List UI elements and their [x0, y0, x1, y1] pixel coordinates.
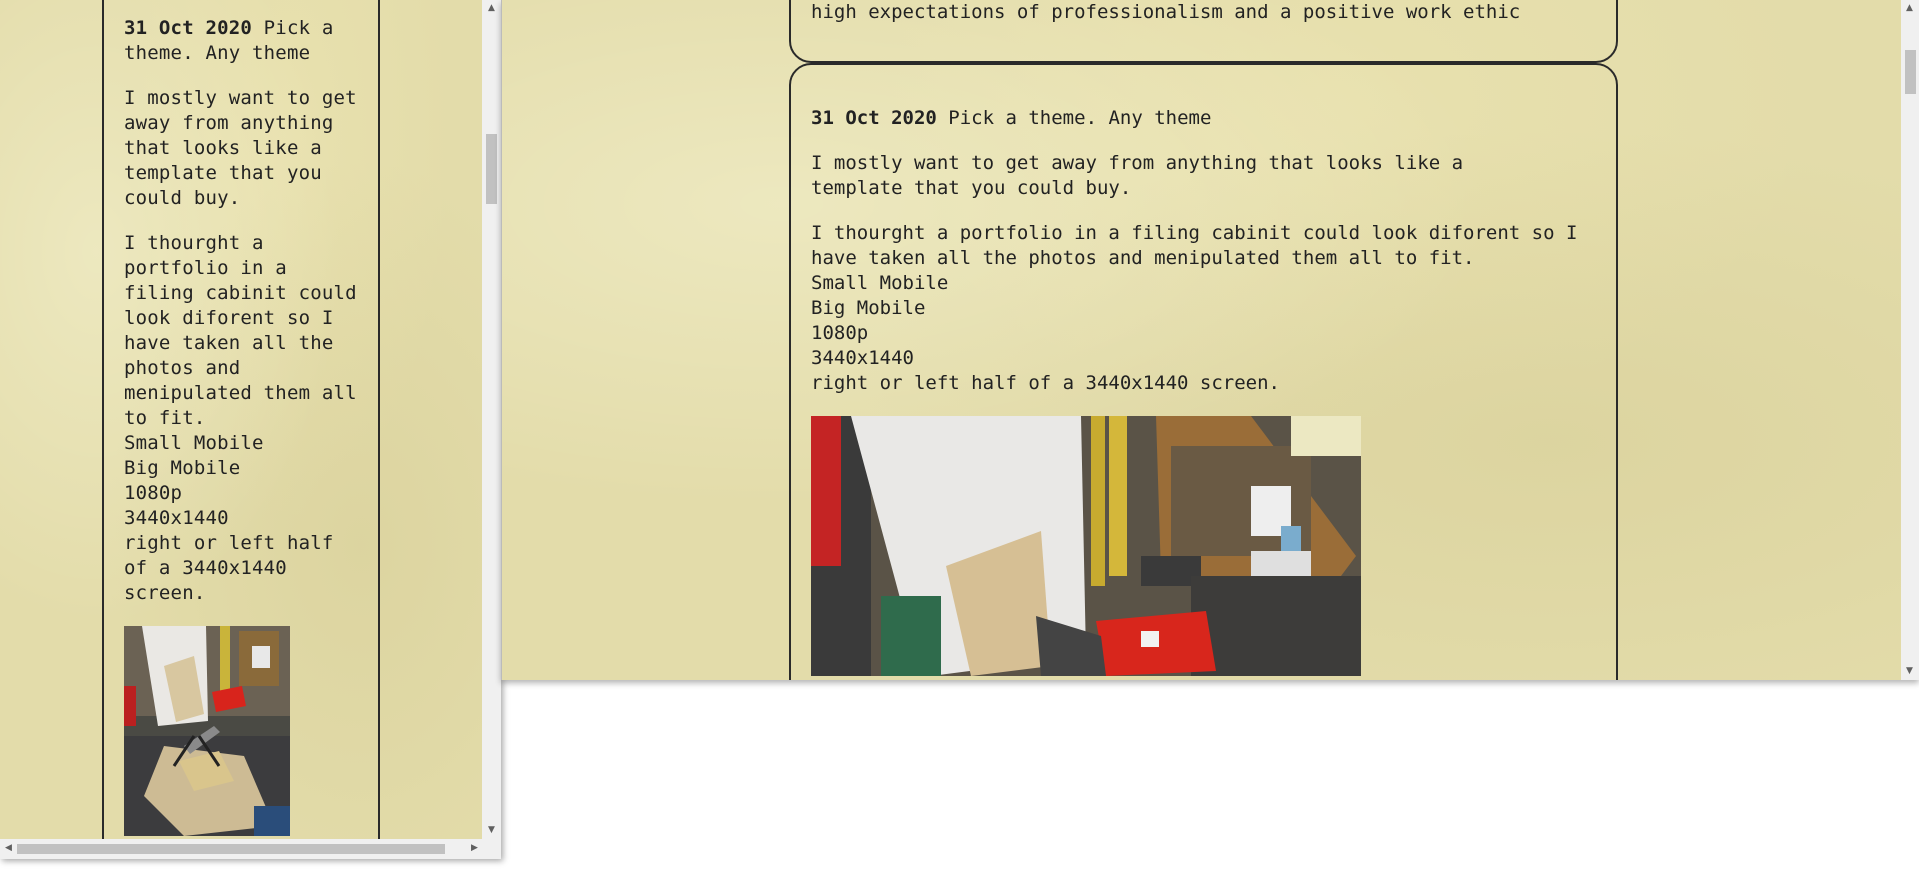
- right-browser-window: high expectations of professionalism and…: [501, 0, 1919, 680]
- left-post-paragraph-2: I thourght a portfolio in a filing cabin…: [124, 232, 357, 429]
- right-post-date: 31 Oct 2020: [811, 107, 937, 129]
- left-size-item: right or left half of a 3440x1440 screen…: [124, 532, 334, 604]
- left-vertical-scroll-thumb[interactable]: [486, 134, 497, 204]
- right-page-viewport: high expectations of professionalism and…: [502, 0, 1901, 680]
- left-post-date: 31 Oct 2020: [124, 17, 253, 39]
- previous-post-card: high expectations of professionalism and…: [789, 0, 1618, 63]
- right-post-title: Pick a theme. Any theme: [948, 107, 1212, 129]
- right-post-paragraph-1: I mostly want to get away from anything …: [811, 152, 1464, 199]
- scroll-up-arrow-icon[interactable]: ▲: [483, 0, 500, 17]
- left-size-item: Big Mobile: [124, 457, 241, 479]
- left-size-item: 1080p: [124, 482, 183, 504]
- left-post-heading: 31 Oct 2020 Pick a theme. Any theme: [124, 16, 364, 66]
- scroll-up-arrow-icon[interactable]: ▲: [1901, 0, 1918, 17]
- right-post-photo: [811, 416, 1361, 676]
- left-browser-window: 31 Oct 2020 Pick a theme. Any theme I mo…: [0, 0, 501, 859]
- left-horizontal-scroll-thumb[interactable]: [17, 844, 445, 854]
- right-size-item: Small Mobile: [811, 272, 949, 294]
- left-vertical-scrollbar[interactable]: ▲ ▼: [482, 0, 501, 839]
- left-size-item: Small Mobile: [124, 432, 264, 454]
- right-size-item: Big Mobile: [811, 297, 926, 319]
- right-post-heading: 31 Oct 2020 Pick a theme. Any theme: [811, 106, 1601, 131]
- left-page-viewport: 31 Oct 2020 Pick a theme. Any theme I mo…: [0, 0, 482, 839]
- right-size-item: right or left half of a 3440x1440 screen…: [811, 372, 1280, 394]
- right-size-item: 3440x1440: [811, 347, 914, 369]
- post-card: 31 Oct 2020 Pick a theme. Any theme I mo…: [789, 63, 1618, 680]
- scroll-down-arrow-icon[interactable]: ▼: [1901, 663, 1918, 680]
- left-post: 31 Oct 2020 Pick a theme. Any theme I mo…: [124, 16, 364, 836]
- scroll-down-arrow-icon[interactable]: ▼: [483, 822, 500, 839]
- left-post-photo: [124, 626, 290, 836]
- right-size-item: 1080p: [811, 322, 869, 344]
- scroll-right-arrow-icon[interactable]: ▶: [466, 840, 483, 857]
- left-horizontal-scrollbar[interactable]: ◀ ▶: [0, 839, 501, 859]
- right-post: 31 Oct 2020 Pick a theme. Any theme I mo…: [811, 106, 1601, 676]
- right-post-paragraph-2: I thourght a portfolio in a filing cabin…: [811, 222, 1578, 269]
- left-post-paragraph-1: I mostly want to get away from anything …: [124, 87, 357, 209]
- previous-post-text: high expectations of professionalism and…: [811, 1, 1521, 23]
- right-post-size-list: Small Mobile Big Mobile 1080p 3440x1440 …: [811, 271, 1601, 396]
- scroll-left-arrow-icon[interactable]: ◀: [0, 840, 17, 857]
- left-post-size-list: Small Mobile Big Mobile 1080p 3440x1440 …: [124, 431, 364, 606]
- right-vertical-scroll-thumb[interactable]: [1905, 50, 1916, 94]
- left-size-item: 3440x1440: [124, 507, 229, 529]
- right-vertical-scrollbar[interactable]: ▲ ▼: [1901, 0, 1919, 680]
- left-post-column: 31 Oct 2020 Pick a theme. Any theme I mo…: [102, 0, 380, 839]
